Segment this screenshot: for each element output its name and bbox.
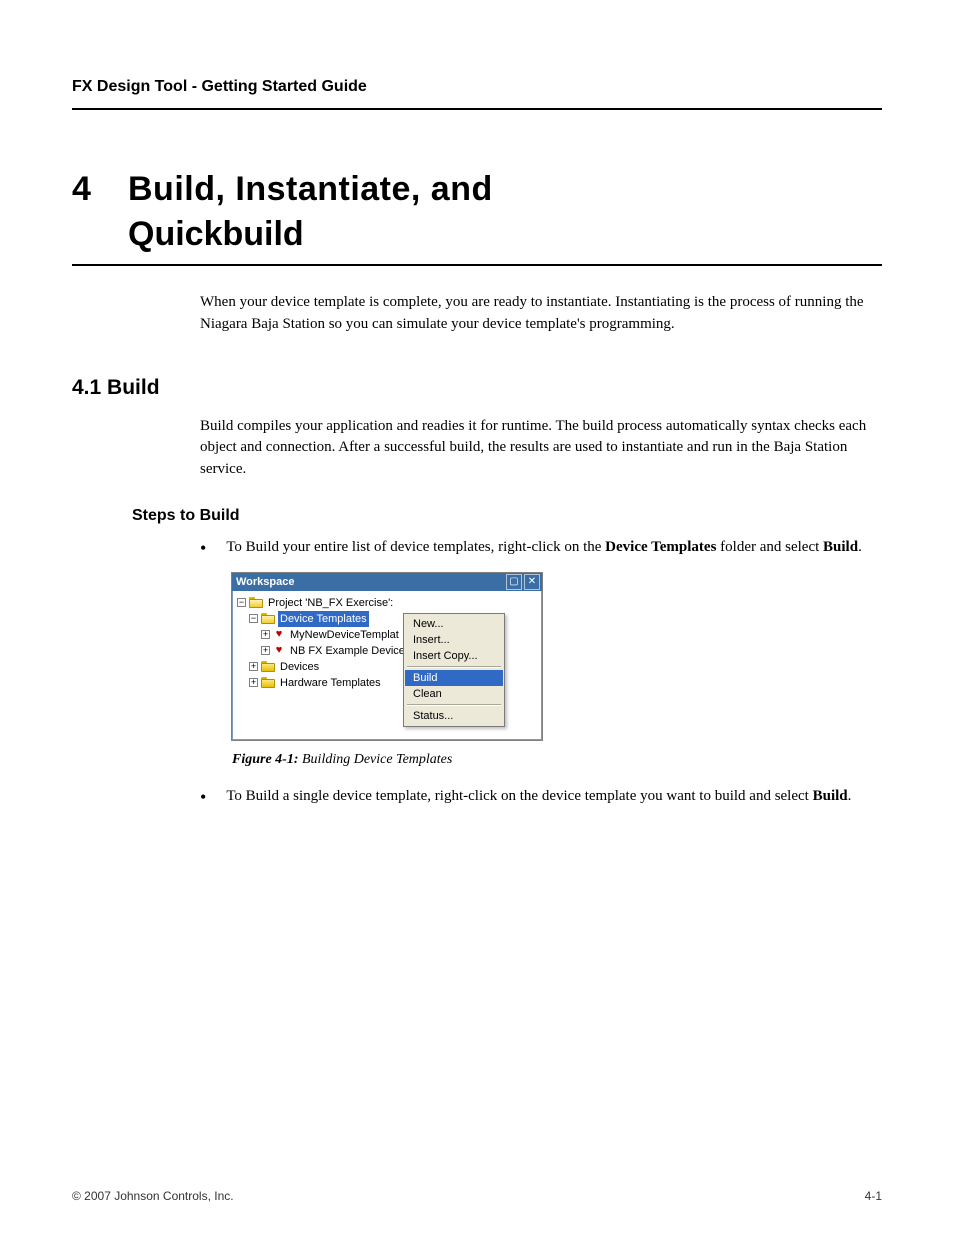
menu-item-new[interactable]: New...: [405, 616, 503, 632]
steps-to-build-heading: Steps to Build: [132, 507, 882, 525]
bullet-2-text: To Build a single device template, right…: [226, 786, 882, 808]
bullet-item-2: • To Build a single device template, rig…: [200, 786, 882, 808]
expander-plus-icon[interactable]: +: [249, 678, 258, 687]
footer-page-number: 4-1: [865, 1189, 882, 1203]
page-footer: © 2007 Johnson Controls, Inc. 4-1: [72, 1189, 882, 1203]
footer-copyright: © 2007 Johnson Controls, Inc.: [72, 1189, 234, 1203]
section-build-heading: 4.1 Build: [72, 376, 882, 400]
chapter-heading: 4Build, Instantiate, and: [72, 170, 882, 209]
workspace-title-text: Workspace: [236, 576, 504, 588]
figure-caption: Figure 4-1: Building Device Templates: [232, 752, 882, 768]
heart-icon: ♥: [273, 645, 285, 657]
tree-project-row[interactable]: − Project 'NB_FX Exercise':: [237, 595, 541, 611]
bullet-dot-icon: •: [200, 788, 206, 810]
header-rule: [72, 108, 882, 110]
page-title: FX Design Tool - Getting Started Guide: [72, 78, 882, 96]
bullet-item-1: • To Build your entire list of device te…: [200, 537, 882, 559]
workspace-titlebar[interactable]: Workspace ▢ ✕: [232, 573, 542, 591]
workspace-body: − Project 'NB_FX Exercise': − Device Tem…: [232, 591, 542, 740]
bullet-1-text: To Build your entire list of device temp…: [226, 537, 882, 559]
intro-paragraph: When your device template is complete, y…: [200, 292, 882, 336]
menu-item-status[interactable]: Status...: [405, 708, 503, 724]
expander-plus-icon[interactable]: +: [261, 630, 270, 639]
workspace-panel: Workspace ▢ ✕ − Project 'NB_FX Exercise'…: [232, 573, 542, 740]
expander-minus-icon[interactable]: −: [237, 598, 246, 607]
chapter-rule: [72, 264, 882, 266]
context-menu[interactable]: New... Insert... Insert Copy... Build Cl…: [403, 613, 505, 727]
tree-hw-templates-label: Hardware Templates: [278, 675, 383, 691]
expander-minus-icon[interactable]: −: [249, 614, 258, 623]
menu-separator: [407, 666, 501, 668]
tree-item2-label: NB FX Example Device: [288, 643, 407, 659]
folder-icon: [261, 661, 275, 672]
expander-plus-icon[interactable]: +: [249, 662, 258, 671]
tree-project-label: Project 'NB_FX Exercise':: [266, 595, 395, 611]
tree-devices-label: Devices: [278, 659, 321, 675]
build-paragraph: Build compiles your application and read…: [200, 416, 882, 481]
chapter-title-line2: Quickbuild: [128, 215, 882, 254]
menu-item-insert[interactable]: Insert...: [405, 632, 503, 648]
menu-separator: [407, 704, 501, 706]
bullet-dot-icon: •: [200, 539, 206, 561]
heart-icon: ♥: [273, 629, 285, 641]
folder-open-icon: [261, 613, 275, 624]
folder-open-icon: [249, 597, 263, 608]
chapter-number: 4: [72, 170, 128, 209]
menu-item-insert-copy[interactable]: Insert Copy...: [405, 648, 503, 664]
expander-plus-icon[interactable]: +: [261, 646, 270, 655]
close-icon[interactable]: ✕: [524, 574, 540, 590]
folder-icon: [261, 677, 275, 688]
tree-device-templates-label: Device Templates: [278, 611, 369, 627]
chapter-title-line1: Build, Instantiate, and: [128, 170, 493, 208]
tree-item1-label: MyNewDeviceTemplat: [288, 627, 401, 643]
menu-item-clean[interactable]: Clean: [405, 686, 503, 702]
maximize-icon[interactable]: ▢: [506, 574, 522, 590]
menu-item-build[interactable]: Build: [405, 670, 503, 686]
